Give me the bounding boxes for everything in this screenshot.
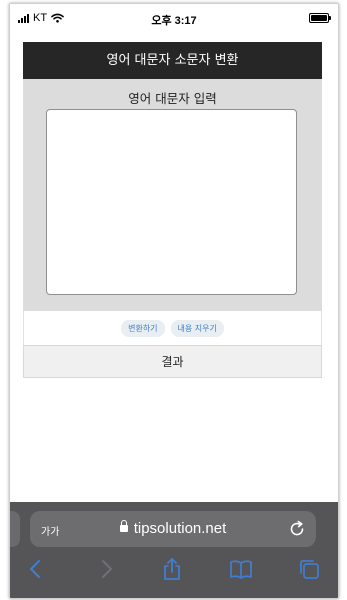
page-content: 영어 대문자 소문자 변환 영어 대문자 입력 변환하기 내용 지우기 결과 (23, 42, 322, 378)
browser-toolbar (10, 557, 338, 589)
status-time: 오후 3:17 (151, 15, 197, 27)
share-icon[interactable] (160, 557, 184, 581)
forward-icon[interactable] (94, 557, 118, 581)
previous-tab-peek[interactable] (10, 511, 20, 547)
bookmarks-icon[interactable] (229, 557, 253, 581)
result-label: 결과 (23, 345, 322, 378)
button-row: 변환하기 내용 지우기 (23, 311, 322, 345)
input-label: 영어 대문자 입력 (128, 91, 217, 106)
back-icon[interactable] (24, 557, 48, 581)
url-display[interactable]: tipsolution.net (30, 520, 316, 537)
browser-bottom-bar: 가가 tipsolution.net (10, 502, 338, 598)
page-title: 영어 대문자 소문자 변환 (23, 42, 322, 79)
lock-icon (119, 520, 128, 533)
phone-frame: KT 오후 3:17 영어 대문자 소문자 변환 영어 대문자 입력 변환하기 … (9, 3, 339, 599)
address-bar[interactable]: 가가 tipsolution.net (30, 511, 316, 547)
status-bar: KT 오후 3:17 (10, 4, 338, 34)
tabs-icon[interactable] (297, 557, 321, 581)
clear-button[interactable]: 내용 지우기 (170, 319, 224, 337)
reload-icon[interactable] (288, 520, 306, 538)
url-text: tipsolution.net (133, 520, 227, 537)
convert-button[interactable]: 변환하기 (121, 319, 165, 337)
battery-icon (309, 13, 331, 23)
input-section: 영어 대문자 입력 (23, 79, 322, 311)
text-input[interactable] (46, 109, 297, 295)
